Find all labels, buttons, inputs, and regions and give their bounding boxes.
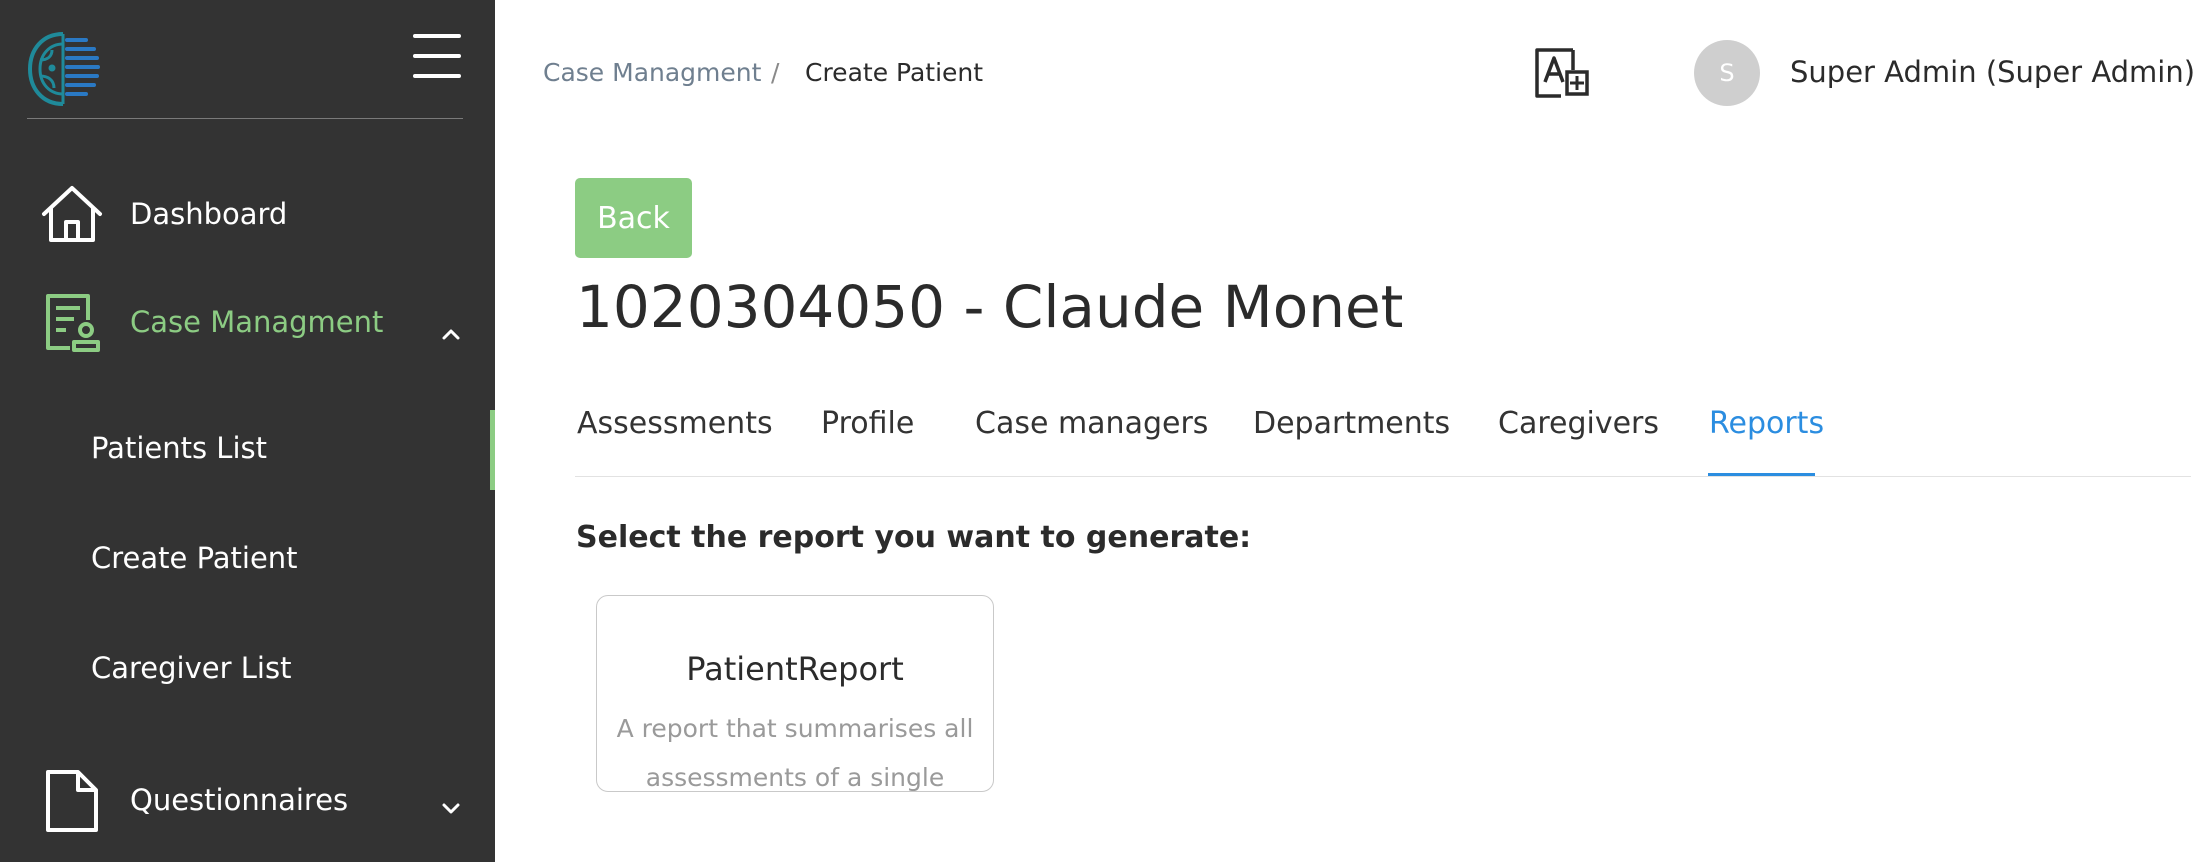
back-button[interactable]: Back <box>575 178 692 258</box>
breadcrumb-separator: / <box>771 58 780 87</box>
active-tab-underline <box>1708 473 1815 476</box>
document-icon <box>46 770 98 832</box>
sidebar-item-label: Dashboard <box>130 197 288 231</box>
brain-logo-icon <box>27 32 100 106</box>
sidebar-item-questionnaires[interactable]: Questionnaires <box>40 768 348 832</box>
sidebar-item-label: Questionnaires <box>130 783 349 817</box>
report-card-title: PatientReport <box>686 650 904 688</box>
tab-profile[interactable]: Profile <box>821 404 914 444</box>
breadcrumb-parent-link[interactable]: Case Managment <box>543 56 761 90</box>
avatar[interactable]: S <box>1694 40 1760 106</box>
page-title: 1020304050 - Claude Monet <box>576 273 1404 341</box>
chevron-down-icon[interactable] <box>437 794 465 822</box>
sidebar-subitem-caregiver-list[interactable]: Caregiver List <box>91 648 291 688</box>
case-file-icon <box>46 294 100 352</box>
user-name[interactable]: Super Admin (Super Admin) <box>1790 52 2195 92</box>
chevron-up-icon[interactable] <box>437 320 465 348</box>
sidebar-divider <box>27 118 463 119</box>
tab-departments[interactable]: Departments <box>1253 404 1450 444</box>
tab-case-managers[interactable]: Case managers <box>975 404 1208 444</box>
tabs-divider <box>575 476 2191 477</box>
sidebar-item-case-managment[interactable]: Case Managment <box>40 290 383 354</box>
hamburger-menu-icon[interactable] <box>413 34 461 78</box>
report-card-patient-report[interactable]: PatientReport A report that summarises a… <box>596 595 994 792</box>
breadcrumb-current: Create Patient <box>805 58 984 87</box>
sidebar-item-label: Case Managment <box>130 305 384 339</box>
translate-icon[interactable] <box>1535 48 1591 98</box>
sidebar-subitem-patients-list[interactable]: Patients List <box>91 428 267 468</box>
sidebar-subitem-create-patient[interactable]: Create Patient <box>91 538 298 578</box>
sidebar-item-dashboard[interactable]: Dashboard <box>40 182 287 246</box>
home-icon <box>42 186 102 242</box>
report-prompt: Select the report you want to generate: <box>576 520 1252 555</box>
tab-caregivers[interactable]: Caregivers <box>1498 404 1659 444</box>
tab-reports[interactable]: Reports <box>1709 404 1824 444</box>
sidebar: Dashboard Case Managment Patients List C… <box>0 0 495 862</box>
tab-assessments[interactable]: Assessments <box>577 404 773 444</box>
active-indicator <box>490 410 495 490</box>
report-card-description: A report that summarises all assessments… <box>616 714 974 792</box>
